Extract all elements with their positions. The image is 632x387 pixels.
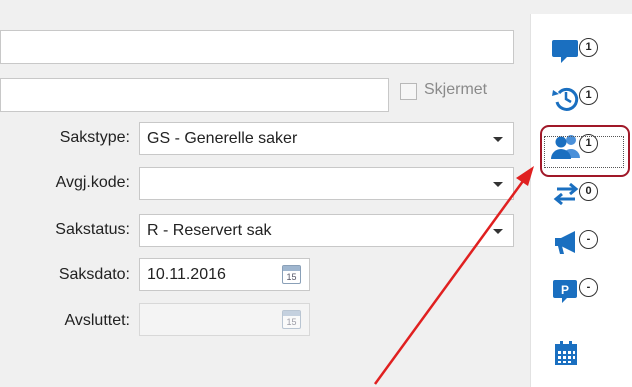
annotation-arrow: [373, 166, 534, 385]
